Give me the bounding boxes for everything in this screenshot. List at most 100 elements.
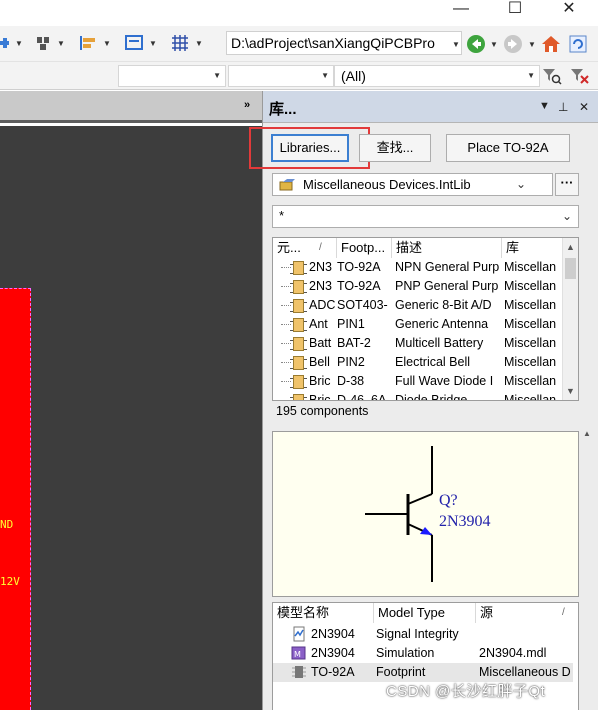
apply-filter-button[interactable]: [541, 66, 563, 89]
chevron-down-icon[interactable]: ▼: [490, 40, 498, 49]
filter-scope-combo[interactable]: (All) ▼: [334, 65, 540, 87]
column-header-description[interactable]: 描述: [392, 238, 502, 258]
model-row[interactable]: M 2N3904 Simulation 2N3904.mdl: [273, 644, 573, 663]
component-tool-button[interactable]: ▼: [34, 32, 65, 54]
column-header-label: 源: [480, 605, 494, 620]
table-row[interactable]: 2N3 TO-92A PNP General Purp Miscellan: [273, 277, 563, 296]
scroll-down-icon[interactable]: ▼: [566, 386, 575, 396]
component-footprint: D-46_6A: [337, 393, 387, 401]
table-row[interactable]: Batt BAT-2 Multicell Battery Miscellan: [273, 334, 563, 353]
component-description: PNP General Purp: [395, 279, 499, 293]
designator-label: Q?: [439, 492, 458, 509]
model-source: 2N3904.mdl: [479, 646, 547, 660]
column-header-source[interactable]: 源 /: [476, 603, 578, 623]
chevron-down-icon[interactable]: ▼: [528, 40, 536, 49]
forward-button[interactable]: [503, 34, 523, 57]
component-library: Miscellan: [504, 317, 557, 331]
chevron-down-icon: ▼: [149, 38, 157, 48]
panel-expand-icon[interactable]: »: [244, 99, 250, 111]
more-options-button[interactable]: ···: [555, 173, 579, 196]
part-label: 2N3904: [439, 513, 491, 530]
column-header-label: 库: [506, 240, 520, 255]
table-row[interactable]: Bric D-46_6A Diode Bridge Miscellan: [273, 391, 563, 401]
home-icon: [542, 36, 560, 52]
chevron-down-icon: ▼: [57, 38, 65, 48]
column-header-name[interactable]: 元... /: [273, 238, 337, 258]
model-name: TO-92A: [311, 665, 355, 679]
maximize-button[interactable]: ☐: [492, 0, 538, 22]
libraries-button[interactable]: Libraries...: [271, 134, 349, 162]
close-button[interactable]: ✕: [546, 0, 592, 22]
grid-tool-button[interactable]: ▼: [170, 32, 203, 54]
component-footprint: TO-92A: [337, 279, 381, 293]
align-tool-button[interactable]: ▼: [78, 32, 111, 54]
net-label: 12V: [0, 575, 20, 588]
component-library: Miscellan: [504, 336, 557, 350]
component-library: Miscellan: [504, 279, 557, 293]
symbol-preview: Q? 2N3904: [272, 431, 579, 597]
component-library: Miscellan: [504, 374, 557, 388]
search-button[interactable]: 查找...: [359, 134, 431, 162]
component-icon: [290, 280, 307, 294]
pcb-canvas[interactable]: [0, 126, 262, 710]
filter-combo-1[interactable]: ▼: [118, 65, 226, 87]
model-type: Simulation: [376, 646, 435, 660]
column-header-footprint[interactable]: Footp...: [337, 238, 392, 258]
column-header-library[interactable]: 库: [502, 238, 564, 258]
component-library: Miscellan: [504, 260, 557, 274]
footprint-icon: [292, 666, 306, 678]
clear-filter-button[interactable]: [569, 66, 591, 89]
table-row[interactable]: 2N3 TO-92A NPN General Purp Miscellan: [273, 258, 563, 277]
column-header-label: 模型名称: [277, 605, 330, 620]
column-header-label: 描述: [396, 240, 423, 255]
main-toolbar: ▼ ▼ ▼ ▼ ▼ D:\adProject\sanXiangQiPCBPro …: [0, 26, 598, 62]
column-header-label: Model Type: [378, 605, 445, 620]
component-footprint: TO-92A: [337, 260, 381, 274]
document-tab-strip: »: [0, 91, 262, 123]
model-type-icon: [291, 664, 307, 686]
simulation-icon: M: [291, 646, 306, 660]
component-footprint: PIN2: [337, 355, 365, 369]
chevron-down-icon[interactable]: ▼: [452, 40, 460, 49]
component-icon: [290, 394, 307, 400]
chevron-down-icon: ▼: [213, 71, 221, 80]
panel-menu-icon[interactable]: ▼: [539, 100, 550, 112]
scroll-thumb[interactable]: [565, 258, 576, 279]
filter-combo-2[interactable]: ▼: [228, 65, 334, 87]
column-header-label: Footp...: [341, 240, 386, 255]
transistor-symbol: [365, 446, 433, 582]
refresh-icon: [569, 35, 587, 53]
components-scrollbar[interactable]: ▲ ▼: [562, 238, 578, 400]
component-footprint: BAT-2: [337, 336, 371, 350]
component-filter-input[interactable]: * ⌄: [272, 205, 579, 228]
home-button[interactable]: [541, 34, 561, 57]
table-row[interactable]: ADC SOT403- Generic 8-Bit A/D Miscellan: [273, 296, 563, 315]
column-header-model-name[interactable]: 模型名称: [273, 603, 374, 623]
plus-icon: [0, 38, 9, 48]
room-tool-button[interactable]: ▼: [124, 32, 157, 54]
column-header-model-type[interactable]: Model Type: [374, 603, 476, 623]
place-button[interactable]: Place TO-92A: [446, 134, 570, 162]
minimize-button[interactable]: —: [438, 0, 484, 22]
document-path-field[interactable]: D:\adProject\sanXiangQiPCBPro: [226, 31, 462, 55]
filter-toolbar: ▼ ▼ (All) ▼: [0, 62, 598, 90]
back-button[interactable]: [466, 34, 486, 57]
scroll-up-icon[interactable]: ▲: [583, 429, 591, 438]
pcb-board-region[interactable]: ND 12V: [0, 288, 31, 710]
model-row[interactable]: 2N3904 Signal Integrity: [273, 625, 573, 644]
close-panel-icon[interactable]: ✕: [579, 100, 589, 114]
table-row[interactable]: Bell PIN2 Electrical Bell Miscellan: [273, 353, 563, 372]
refresh-button[interactable]: [568, 34, 588, 57]
add-tool-button[interactable]: ▼: [0, 32, 23, 54]
signal-integrity-icon: [293, 626, 305, 642]
library-select[interactable]: Miscellaneous Devices.IntLib ⌄: [272, 173, 553, 196]
table-row[interactable]: Bric D-38 Full Wave Diode I Miscellan: [273, 372, 563, 391]
components-table[interactable]: 元... / Footp... 描述 库 2N3 TO-92A NPN General…: [272, 237, 579, 401]
component-name: 2N3: [309, 279, 332, 293]
table-row[interactable]: Ant PIN1 Generic Antenna Miscellan: [273, 315, 563, 334]
pin-icon[interactable]: ⊥: [558, 100, 568, 114]
forward-arrow-icon: [504, 35, 522, 53]
component-icon: [290, 318, 307, 332]
component-description: Full Wave Diode I: [395, 374, 494, 388]
scroll-up-icon[interactable]: ▲: [566, 242, 575, 252]
